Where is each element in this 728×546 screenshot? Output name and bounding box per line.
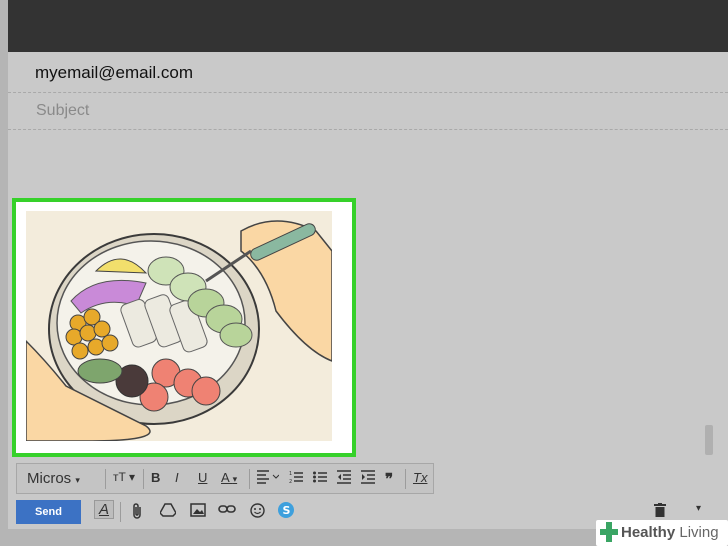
inserted-image-highlight[interactable] [12, 198, 356, 457]
formatting-toolbar: Micros ▾ ᴛT ▾ B I U A ▾ 12 ❞ Tx [16, 463, 434, 494]
emoji-icon[interactable] [250, 503, 265, 518]
chevron-down-icon: ▾ [232, 474, 238, 484]
bulleted-list-icon[interactable] [313, 470, 327, 484]
numbered-list-icon[interactable]: 12 [289, 470, 303, 484]
inserted-image[interactable] [26, 211, 332, 441]
italic-button[interactable]: I [175, 470, 179, 485]
compose-window: myemail@email.com Subject Micros ▾ ᴛT ▾ … [8, 0, 728, 529]
insert-photo-icon[interactable] [190, 503, 206, 517]
scrollbar-thumb[interactable] [705, 425, 713, 455]
skype-icon[interactable]: S [278, 502, 294, 518]
font-size-icon[interactable]: ᴛT ▾ [113, 470, 135, 484]
divider [105, 469, 106, 489]
plus-logo-icon [600, 522, 618, 542]
indent-more-icon[interactable] [361, 470, 375, 484]
font-family-label: Micros [27, 470, 72, 487]
watermark-badge: Healthy Living [596, 520, 728, 546]
chevron-down-icon: ▾ [75, 475, 80, 485]
send-button[interactable]: Send [16, 500, 81, 524]
remove-formatting-button[interactable]: Tx [413, 470, 427, 485]
font-family-select[interactable]: Micros ▾ [27, 470, 80, 487]
recipient-text[interactable]: myemail@email.com [35, 63, 193, 83]
divider [120, 502, 121, 522]
text-color-button[interactable]: A ▾ [221, 470, 237, 485]
align-icon[interactable] [257, 470, 279, 484]
watermark-brand-light: Living [679, 524, 719, 541]
formatting-options-button[interactable]: A [94, 500, 115, 519]
drive-icon[interactable] [160, 503, 176, 517]
trash-icon[interactable] [654, 503, 666, 517]
bold-button[interactable]: B [151, 470, 160, 485]
food-bowl-illustration [26, 220, 332, 441]
underline-button[interactable]: U [198, 470, 207, 485]
divider [249, 469, 250, 489]
recipients-row[interactable]: myemail@email.com [8, 52, 728, 93]
subject-field[interactable]: Subject [36, 102, 89, 120]
divider [143, 469, 144, 489]
indent-less-icon[interactable] [337, 470, 351, 484]
quote-button[interactable]: ❞ [385, 470, 393, 488]
watermark-text: Healthy Living [621, 524, 719, 541]
paperclip-icon[interactable] [131, 503, 143, 519]
more-options-chevron-icon[interactable]: ▾ [696, 503, 701, 514]
compose-title-bar[interactable] [8, 0, 728, 52]
divider [405, 469, 406, 489]
watermark-brand: Healthy [621, 524, 676, 541]
text-color-label: A [221, 470, 229, 485]
svg-text:S: S [283, 504, 291, 517]
subject-row[interactable]: Subject [8, 93, 728, 130]
svg-text:1: 1 [289, 471, 292, 477]
insert-link-icon[interactable] [218, 503, 236, 515]
svg-text:2: 2 [289, 479, 292, 484]
